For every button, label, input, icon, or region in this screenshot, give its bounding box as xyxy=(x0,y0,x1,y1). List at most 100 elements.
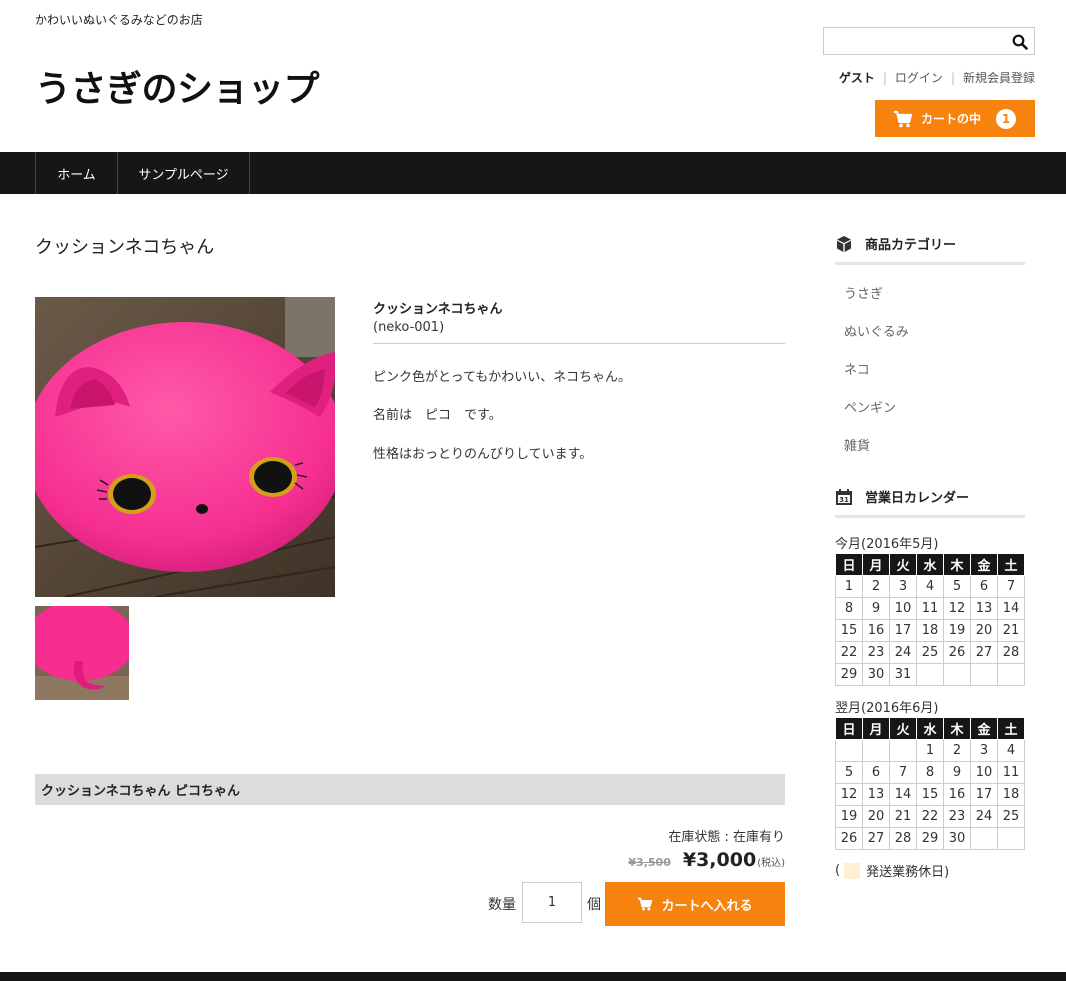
calendar-day: 4 xyxy=(916,575,944,598)
box-icon xyxy=(837,235,851,252)
product-description-line: 性格はおっとりのんびりしています。 xyxy=(373,447,593,462)
calendar-day: 13 xyxy=(862,783,890,806)
weekday-header: 火 xyxy=(889,717,917,740)
calendar-day: 2 xyxy=(862,575,890,598)
login-link[interactable]: ログイン xyxy=(895,69,943,86)
quantity-input[interactable] xyxy=(522,882,582,923)
search-icon[interactable] xyxy=(1012,34,1028,50)
calendar-day: 9 xyxy=(862,597,890,620)
price-row: ¥3,500 ¥3,000 (税込) xyxy=(628,849,785,871)
cart-label: カートの中 xyxy=(921,112,982,126)
calendar-day: 12 xyxy=(835,783,863,806)
calendar-day: 17 xyxy=(970,783,998,806)
calendar-day: 5 xyxy=(835,761,863,784)
calendar-day xyxy=(997,663,1025,686)
weekday-header: 日 xyxy=(835,553,863,576)
calendar-day: 22 xyxy=(916,805,944,828)
page-title: クッションネコちゃん xyxy=(35,237,215,258)
calendar-day: 5 xyxy=(943,575,971,598)
calendar-day: 16 xyxy=(862,619,890,642)
calendar-day: 25 xyxy=(997,805,1025,828)
calendar-day: 15 xyxy=(916,783,944,806)
calendar-icon: 31 xyxy=(836,488,852,505)
product-code: (neko-001) xyxy=(373,320,445,335)
weekday-header: 木 xyxy=(943,553,971,576)
calendar-day: 7 xyxy=(889,761,917,784)
product-main-image[interactable] xyxy=(35,297,335,597)
next-month-label: 翌月(2016年6月) xyxy=(835,701,939,716)
calendar-day: 25 xyxy=(916,641,944,664)
calendar-day: 14 xyxy=(889,783,917,806)
calendar-day xyxy=(970,663,998,686)
calendar-day: 13 xyxy=(970,597,998,620)
nav-home[interactable]: ホーム xyxy=(35,152,117,194)
weekday-header: 水 xyxy=(916,553,944,576)
calendar-day xyxy=(970,827,998,850)
calendar-day: 19 xyxy=(835,805,863,828)
calendar-legend: ( 発送業務休日) xyxy=(835,861,949,880)
calendar-day: 18 xyxy=(916,619,944,642)
calendar-day: 18 xyxy=(997,783,1025,806)
calendar-day xyxy=(835,739,863,762)
category-item[interactable]: うさぎ xyxy=(844,283,883,302)
calendar-day: 22 xyxy=(835,641,863,664)
weekday-header: 月 xyxy=(862,553,890,576)
category-item[interactable]: 雑貨 xyxy=(844,435,870,454)
cart-button[interactable]: カートの中 1 xyxy=(875,100,1035,137)
calendar-day: 8 xyxy=(835,597,863,620)
calendar-day: 14 xyxy=(997,597,1025,620)
legend-paren: ( xyxy=(835,863,841,878)
calendar-day: 6 xyxy=(862,761,890,784)
quantity-unit: 個 xyxy=(587,897,601,913)
calendar-day: 3 xyxy=(970,739,998,762)
calendar-title-text: 営業日カレンダー xyxy=(865,491,970,506)
weekday-header: 日 xyxy=(835,717,863,740)
calendar-day: 21 xyxy=(889,805,917,828)
product-description-line: ピンク色がとってもかわいい、ネコちゃん。 xyxy=(373,370,632,385)
quantity-label: 数量 xyxy=(488,897,516,913)
tax-note: (税込) xyxy=(757,858,785,869)
calendar-day: 31 xyxy=(889,663,917,686)
calendar-day: 27 xyxy=(862,827,890,850)
calendar-day: 9 xyxy=(943,761,971,784)
calendar-day: 11 xyxy=(916,597,944,620)
product-thumbnail[interactable] xyxy=(35,606,129,700)
calendar-day: 28 xyxy=(889,827,917,850)
calendar-day: 12 xyxy=(943,597,971,620)
category-item[interactable]: ペンギン xyxy=(844,397,896,416)
guest-label: ゲスト xyxy=(838,71,875,85)
add-to-cart-button[interactable]: カートへ入れる xyxy=(605,882,785,926)
search-input[interactable] xyxy=(824,28,1004,54)
user-links: ゲスト | ログイン | 新規会員登録 xyxy=(839,69,1035,86)
calendar-day: 23 xyxy=(943,805,971,828)
calendar-day: 20 xyxy=(862,805,890,828)
nav-sample-page[interactable]: サンプルページ xyxy=(117,152,250,194)
category-item[interactable]: ネコ xyxy=(844,359,870,378)
stock-status: 在庫状態 : 在庫有り xyxy=(668,830,785,845)
calendar-day xyxy=(889,739,917,762)
divider xyxy=(373,343,785,344)
calendar-day: 28 xyxy=(997,641,1025,664)
separator: | xyxy=(882,70,887,85)
site-title[interactable]: うさぎのショップ xyxy=(35,60,320,112)
calendar-day: 6 xyxy=(970,575,998,598)
cart-icon xyxy=(894,110,913,127)
calendar-day: 19 xyxy=(943,619,971,642)
variant-name-bar: クッションネコちゃん ピコちゃん xyxy=(35,774,785,805)
weekday-header: 水 xyxy=(916,717,944,740)
calendar-day: 24 xyxy=(889,641,917,664)
product-name: クッションネコちゃん xyxy=(373,302,503,317)
category-item[interactable]: ぬいぐるみ xyxy=(844,321,909,340)
calendar-day: 29 xyxy=(916,827,944,850)
add-to-cart-label: カートへ入れる xyxy=(661,898,753,914)
weekday-header: 土 xyxy=(997,553,1025,576)
calendar-day: 4 xyxy=(997,739,1025,762)
calendar-widget-title: 31 営業日カレンダー xyxy=(835,487,1025,518)
register-link[interactable]: 新規会員登録 xyxy=(963,69,1035,86)
calendar-day xyxy=(916,663,944,686)
calendar-day: 23 xyxy=(862,641,890,664)
calendar-day: 20 xyxy=(970,619,998,642)
calendar-day: 2 xyxy=(943,739,971,762)
search-box xyxy=(823,27,1035,55)
calendar-day: 15 xyxy=(835,619,863,642)
